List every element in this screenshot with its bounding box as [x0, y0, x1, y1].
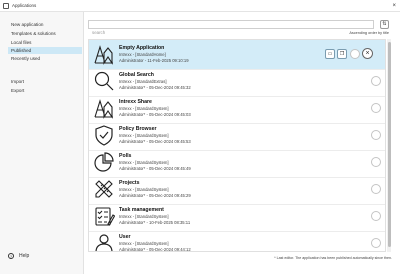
- app-portal: Intrexx - [StandardExtras]: [119, 79, 167, 84]
- pencil-ruler-icon: [95, 180, 113, 198]
- list-item[interactable]: Polls Intrexx - [StandardSystem] Adminis…: [89, 148, 385, 178]
- list-item[interactable]: Global Search Intrexx - [StandardExtras]…: [89, 67, 385, 97]
- app-meta: Administrator* - 05-Dec-2024 09:45:29: [119, 193, 191, 198]
- app-portal: Intrexx - [StandardSystem]: [119, 214, 169, 219]
- application-list: Empty Application Intrexx - [StandardHom…: [88, 39, 386, 252]
- sidebar-item-recently-used[interactable]: Recently used: [8, 55, 82, 62]
- more-button[interactable]: [371, 184, 381, 194]
- sidebar: New application Templates & solutions Lo…: [0, 12, 84, 274]
- intrexx-share-icon: [94, 99, 113, 119]
- more-button[interactable]: [371, 211, 381, 221]
- more-button[interactable]: [371, 238, 381, 248]
- checklist-icon: [95, 207, 115, 226]
- sort-order-button[interactable]: ⇅: [380, 20, 389, 29]
- app-portal: Intrexx - [StandardSystem]: [119, 133, 169, 138]
- help-link[interactable]: ? Help: [8, 253, 29, 259]
- magnifier-icon: [94, 71, 114, 91]
- list-item[interactable]: Empty Application Intrexx - [StandardHom…: [89, 40, 385, 70]
- help-label: Help: [19, 253, 30, 259]
- app-name: Empty Application: [119, 45, 165, 51]
- more-button[interactable]: [371, 103, 381, 113]
- sort-label: Ascending order by title: [349, 31, 389, 35]
- sidebar-item-templates[interactable]: Templates & solutions: [8, 30, 82, 37]
- list-item[interactable]: Task management Intrexx - [StandardSyste…: [89, 202, 385, 232]
- app-meta: Administrator - 11-Feb-2025 09:10:19: [119, 58, 189, 63]
- shield-icon: [95, 125, 113, 146]
- search-input[interactable]: [89, 29, 373, 36]
- app-meta: Administrator* - 05-Dec-2024 09:45:53: [119, 139, 191, 144]
- pie-chart-icon: [94, 152, 114, 172]
- app-name: Projects: [119, 180, 140, 186]
- app-portal: Intrexx - [StandardSystem]: [119, 160, 169, 165]
- empty-application-icon: [94, 45, 113, 65]
- app-meta: Administrator* - 05-Dec-2024 09:45:49: [119, 166, 191, 171]
- sidebar-item-published[interactable]: Published: [8, 47, 82, 54]
- app-name: Intrexx Share: [119, 99, 152, 105]
- more-button[interactable]: [371, 157, 381, 167]
- more-button[interactable]: [371, 130, 381, 140]
- copy-button[interactable]: ❐: [337, 49, 347, 59]
- window-icon: [3, 2, 9, 9]
- window-title: Applications: [12, 3, 37, 8]
- app-name: Policy Browser: [119, 126, 157, 132]
- list-item[interactable]: Policy Browser Intrexx - [StandardSystem…: [89, 121, 385, 151]
- sidebar-item-local-files[interactable]: Local files: [8, 39, 82, 46]
- app-name: User: [119, 234, 131, 240]
- more-button[interactable]: [350, 49, 360, 59]
- sidebar-item-export[interactable]: Export: [8, 87, 82, 94]
- app-portal: Intrexx - [StandardSystem]: [119, 106, 169, 111]
- app-portal: Intrexx - [StandardSystem]: [119, 241, 169, 246]
- list-item[interactable]: User Intrexx - [StandardSystem] Administ…: [89, 229, 385, 252]
- app-meta: Administrator* - 05-Dec-2024 09:45:03: [119, 112, 191, 117]
- close-x-icon: ×: [365, 50, 370, 57]
- app-meta: Administrator* - 05-Dec-2024 09:45:32: [119, 85, 191, 90]
- more-button[interactable]: [371, 76, 381, 86]
- open-folder-button[interactable]: ▭: [325, 49, 335, 59]
- app-portal: Intrexx - [StandardHome]: [119, 52, 166, 57]
- list-item[interactable]: Intrexx Share Intrexx - [StandardSystem]…: [89, 94, 385, 124]
- app-meta: Administrator* - 10-Feb-2025 08:35:11: [119, 220, 191, 225]
- sidebar-item-import[interactable]: Import: [8, 78, 82, 85]
- footnote: * Last editor. The application has been …: [274, 256, 392, 260]
- app-name: Task management: [119, 207, 164, 213]
- copy-icon: ❐: [339, 51, 345, 57]
- question-icon: ?: [8, 253, 14, 259]
- sidebar-item-new-application[interactable]: New application: [8, 21, 82, 28]
- list-scrollbar[interactable]: [387, 39, 391, 252]
- sort-icon: ⇅: [382, 21, 387, 27]
- search-box: [88, 20, 374, 36]
- title-bar: Applications ×: [0, 0, 400, 12]
- list-item[interactable]: Projects Intrexx - [StandardSystem] Admi…: [89, 175, 385, 205]
- folder-icon: ▭: [327, 51, 333, 57]
- user-icon: [95, 234, 113, 251]
- app-meta: Administrator* - 05-Dec-2024 09:44:12: [119, 247, 191, 252]
- app-name: Global Search: [119, 72, 154, 78]
- app-name: Polls: [119, 153, 132, 159]
- app-portal: Intrexx - [StandardSystem]: [119, 187, 169, 192]
- delete-button[interactable]: ×: [362, 48, 373, 59]
- scrollbar-thumb[interactable]: [387, 42, 391, 247]
- close-icon[interactable]: ×: [392, 3, 396, 9]
